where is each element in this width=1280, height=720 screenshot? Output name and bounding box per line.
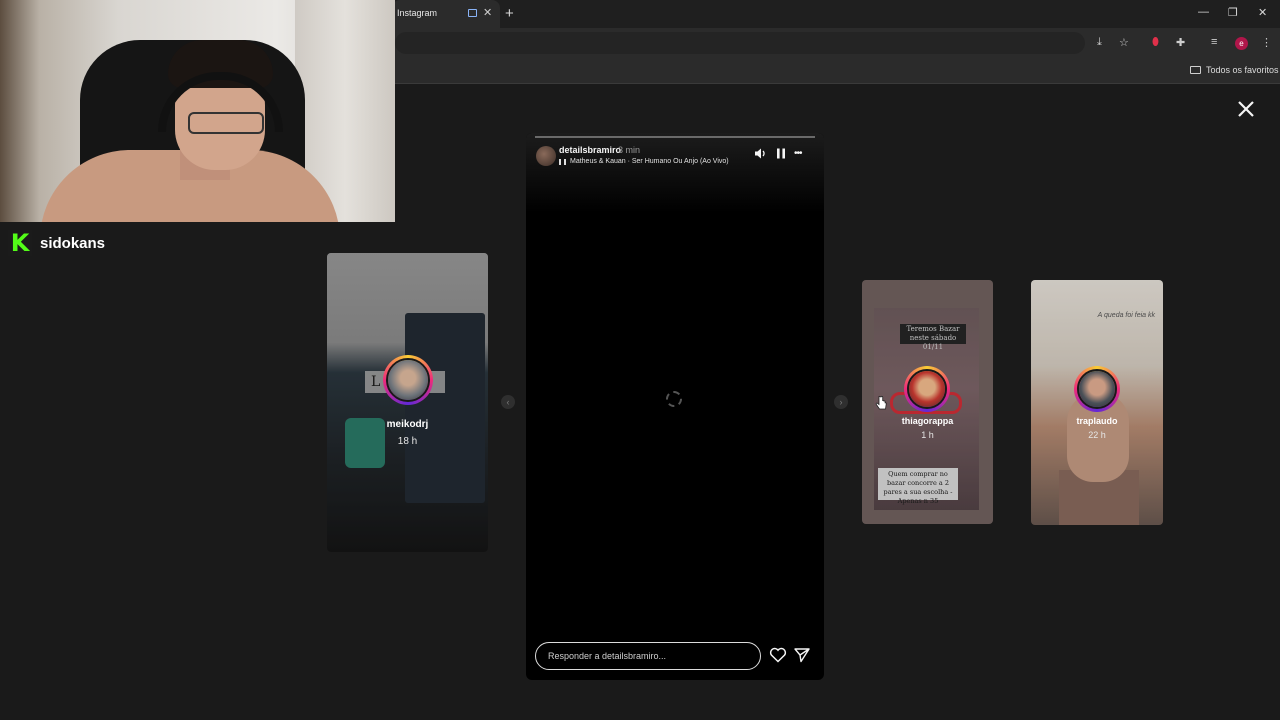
install-app-icon[interactable]: ⤓ [1097,36,1102,49]
streamer-name: sidokans [40,234,106,252]
story-music[interactable]: Matheus & Kauan · Ser Humano Ou Anjo (Ao… [559,158,729,165]
profile-avatar[interactable]: e [1235,37,1248,50]
preview-username: traplaudo [1076,416,1118,426]
story-ring [1074,366,1120,412]
reply-input[interactable]: Responder a detailsbramiro... [535,642,761,670]
pause-icon[interactable] [775,147,787,160]
share-send-icon[interactable] [793,646,811,664]
media-control-icon[interactable]: ≡ [1211,36,1217,48]
kick-logo-icon: K [8,230,32,256]
new-tab-button[interactable]: + [505,5,514,22]
story-preview-traplaudo[interactable]: A queda foi feia kk traplaudo 22 h [1031,280,1163,525]
bookmarks-folder[interactable]: Todos os favoritos [1190,65,1279,75]
story-music-label: Matheus & Kauan · Ser Humano Ou Anjo (Ao… [570,158,729,165]
hand-cursor-icon [875,395,887,410]
tab-close-icon[interactable]: ✕ [483,6,492,19]
preview-username: thiagorappa [901,416,954,426]
browser-tab-instagram[interactable]: Instagram ✕ [392,0,500,28]
screen: Instagram ✕ + — ❐ ✕ ⤓ ☆ ⬮ ✚ ≡ e ⋮ Todos … [0,0,1280,720]
avatar [1079,371,1115,407]
story-ring [904,366,950,412]
previous-story-button[interactable]: ‹ [501,395,515,409]
minimize-button[interactable]: — [1198,6,1209,18]
active-story[interactable]: detailsbramiro 3 min Matheus & Kauan · S… [526,133,824,680]
preview-time: 18 h [397,436,418,447]
streamer-badge: K sidokans [8,230,105,256]
story-progress-bar [535,136,815,138]
story-username[interactable]: detailsbramiro [559,145,621,155]
volume-icon[interactable] [754,147,767,160]
story-time: 3 min [618,145,641,155]
avatar [388,360,428,400]
avatar [909,371,945,407]
reply-placeholder: Responder a detailsbramiro... [548,651,667,661]
story-ring [383,355,433,405]
tab-media-icon[interactable] [468,9,477,17]
close-stories-icon[interactable] [1235,98,1257,120]
bookmark-star-icon[interactable]: ☆ [1119,36,1129,49]
tab-title: Instagram [397,8,438,18]
story-preview-meikodrj[interactable]: L a meikodrj 18 h [327,253,488,552]
preview-time: 1 h [921,430,934,440]
story-author-avatar[interactable] [536,146,556,166]
music-bars-icon [559,158,566,165]
folder-icon [1190,66,1201,74]
like-heart-icon[interactable] [769,646,787,664]
bookmarks-folder-label: Todos os favoritos [1206,65,1279,75]
extensions-puzzle-icon[interactable]: ✚ [1176,36,1185,49]
next-story-button[interactable]: › [834,395,848,409]
webcam-overlay [0,0,395,222]
more-options-icon[interactable]: ••• [794,148,802,159]
browser-menu-icon[interactable]: ⋮ [1261,36,1272,49]
preview-time: 22 h [1088,430,1106,440]
extension-shield-icon[interactable]: ⬮ [1152,36,1159,49]
restore-button[interactable]: ❐ [1228,6,1238,19]
address-bar[interactable] [395,32,1085,54]
preview-username: meikodrj [386,419,429,430]
loading-spinner-icon [666,391,682,407]
window-close-button[interactable]: ✕ [1258,6,1267,19]
